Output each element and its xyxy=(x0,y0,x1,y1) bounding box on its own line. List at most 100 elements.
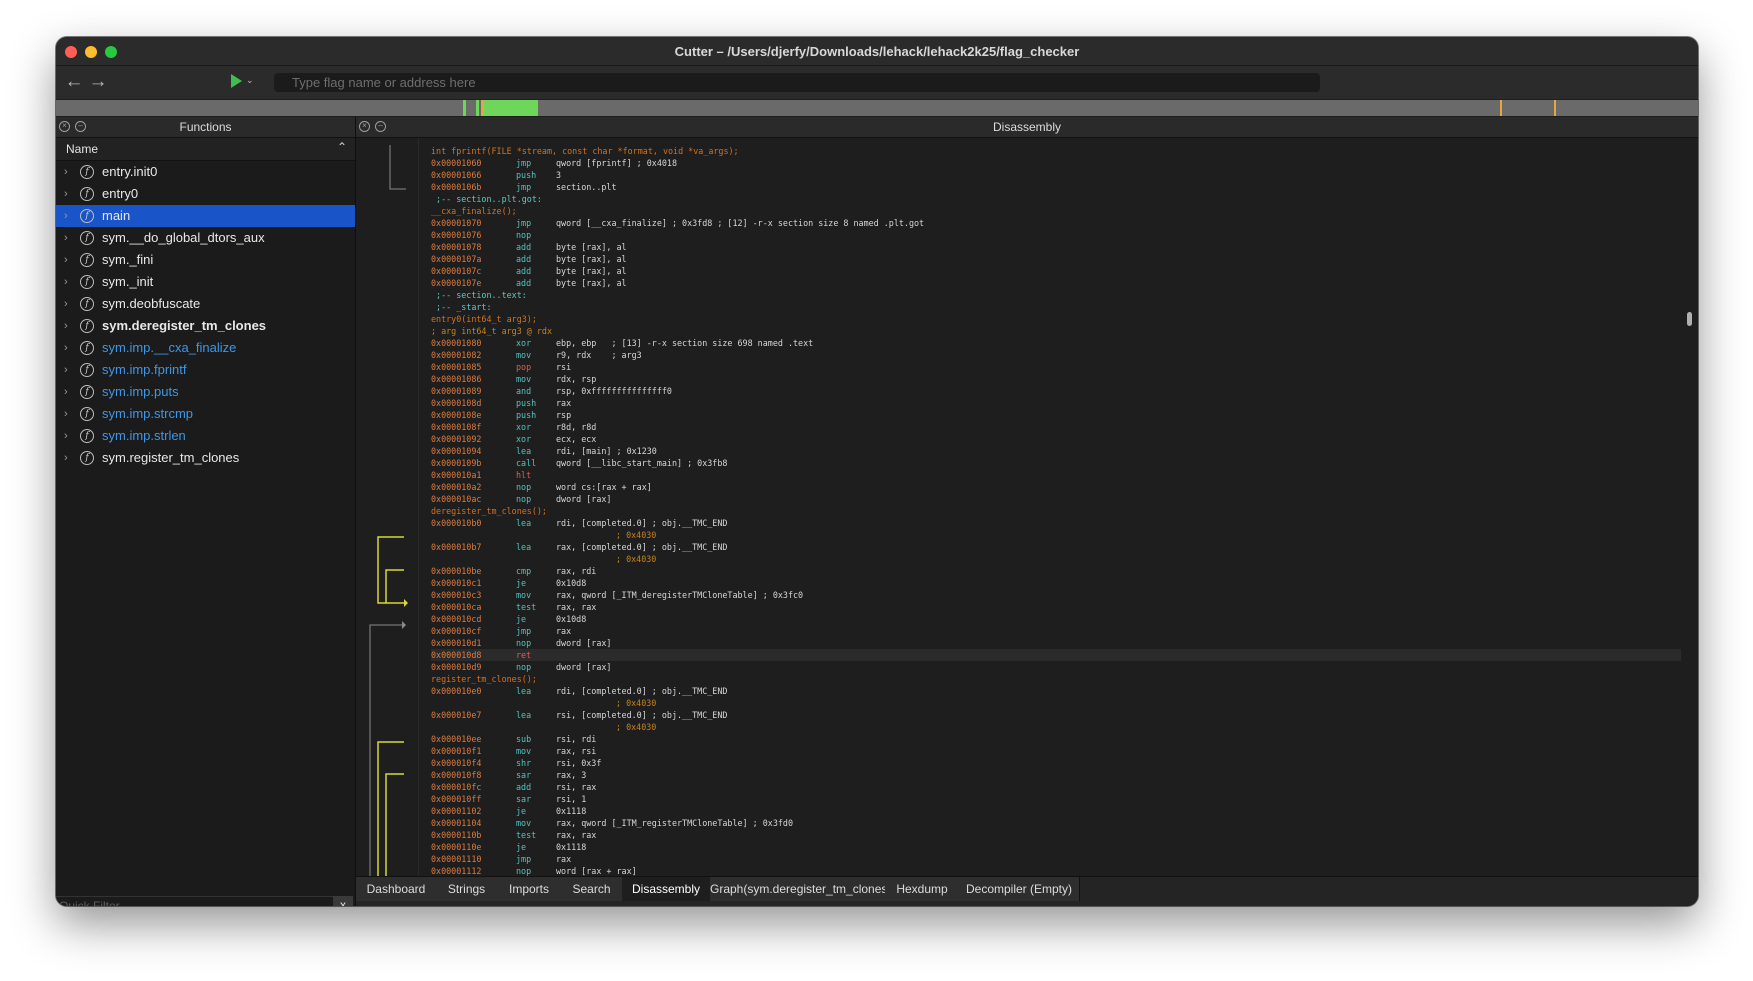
disasm-line[interactable]: 0x000010ca test rax, rax xyxy=(431,601,1681,613)
disasm-line[interactable]: 0x00001076 nop xyxy=(431,229,1681,241)
chevron-right-icon[interactable]: › xyxy=(64,249,68,271)
function-item[interactable]: › f main xyxy=(56,205,355,227)
disasm-line[interactable]: 0x00001102 je 0x1118 xyxy=(431,805,1681,817)
disassembly-listing[interactable]: int fprintf(FILE *stream, const char *fo… xyxy=(431,145,1681,877)
disasm-line[interactable]: 0x000010d9 nop dword [rax] xyxy=(431,661,1681,673)
sort-ascending-icon[interactable]: ⌃ xyxy=(337,140,347,154)
tab-hexdump[interactable]: Hexdump xyxy=(885,877,960,901)
disasm-line[interactable]: 0x000010f1 mov rax, rsi xyxy=(431,745,1681,757)
chevron-right-icon[interactable]: › xyxy=(64,183,68,205)
function-item[interactable]: › f sym.imp.strlen xyxy=(56,425,355,447)
scrollbar-thumb[interactable] xyxy=(1687,312,1692,326)
disasm-line[interactable]: 0x0000108f xor r8d, r8d xyxy=(431,421,1681,433)
function-item[interactable]: › f sym.register_tm_clones xyxy=(56,447,355,469)
name-column-header[interactable]: Name ⌃ xyxy=(56,138,355,161)
chevron-right-icon[interactable]: › xyxy=(64,227,68,249)
disasm-line[interactable]: 0x000010be cmp rax, rdi xyxy=(431,565,1681,577)
disasm-line[interactable]: ;-- section..text: xyxy=(431,289,1681,301)
disasm-line[interactable]: 0x000010d1 nop dword [rax] xyxy=(431,637,1681,649)
disasm-line[interactable]: 0x000010fc add rsi, rax xyxy=(431,781,1681,793)
disasm-line[interactable]: 0x000010cf jmp rax xyxy=(431,625,1681,637)
disasm-line[interactable]: entry0(int64_t arg3); xyxy=(431,313,1681,325)
disasm-line[interactable]: 0x000010e0 lea rdi, [completed.0] ; obj.__… xyxy=(431,685,1681,697)
disasm-line[interactable]: 0x000010c3 mov rax, qword [_ITM_deregister… xyxy=(431,589,1681,601)
tab-disassembly[interactable]: Disassembly xyxy=(622,877,711,901)
disasm-line[interactable]: 0x000010ff sar rsi, 1 xyxy=(431,793,1681,805)
disasm-line[interactable]: 0x000010f4 shr rsi, 0x3f xyxy=(431,757,1681,769)
disasm-line[interactable]: deregister_tm_clones(); xyxy=(431,505,1681,517)
disasm-line[interactable]: 0x0000109b call qword [__libc_start_main] … xyxy=(431,457,1681,469)
disasm-line[interactable]: int fprintf(FILE *stream, const char *fo… xyxy=(431,145,1681,157)
chevron-right-icon[interactable]: › xyxy=(64,315,68,337)
disasm-line[interactable]: 0x00001089 and rsp, 0xfffffffffffffff0 xyxy=(431,385,1681,397)
disasm-line[interactable]: 0x0000107c add byte [rax], al xyxy=(431,265,1681,277)
function-item[interactable]: › f sym.imp.puts xyxy=(56,381,355,403)
disasm-line[interactable]: 0x00001094 lea rdi, [main] ; 0x1230 xyxy=(431,445,1681,457)
disasm-line[interactable]: 0x00001078 add byte [rax], al xyxy=(431,241,1681,253)
tab-decompiler-empty[interactable]: Decompiler (Empty) xyxy=(959,877,1080,901)
disasm-line[interactable]: 0x000010cd je 0x10d8 xyxy=(431,613,1681,625)
disasm-line[interactable]: 0x00001070 jmp qword [__cxa_finalize] ; 0x… xyxy=(431,217,1681,229)
disasm-line[interactable]: 0x000010ac nop dword [rax] xyxy=(431,493,1681,505)
disasm-line[interactable]: 0x00001092 xor ecx, ecx xyxy=(431,433,1681,445)
disasm-line[interactable]: 0x0000110b test rax, rax xyxy=(431,829,1681,841)
disasm-line[interactable]: 0x00001104 mov rax, qword [_ITM_registerTM… xyxy=(431,817,1681,829)
function-item[interactable]: › f sym.deobfuscate xyxy=(56,293,355,315)
disasm-line[interactable]: 0x000010a1 hlt xyxy=(431,469,1681,481)
disasm-line[interactable]: 0x00001082 mov r9, rdx ; arg3 xyxy=(431,349,1681,361)
disasm-line[interactable]: 0x000010e7 lea rsi, [completed.0] ; obj.__… xyxy=(431,709,1681,721)
disasm-line[interactable]: 0x0000106b jmp section..plt xyxy=(431,181,1681,193)
chevron-right-icon[interactable]: › xyxy=(64,161,68,183)
forward-arrow-icon[interactable]: → xyxy=(88,72,108,92)
quick-filter-input[interactable]: Quick Filter xyxy=(56,896,336,906)
function-item[interactable]: › f entry0 xyxy=(56,183,355,205)
chevron-right-icon[interactable]: › xyxy=(64,205,68,227)
disasm-line[interactable]: ;-- _start: xyxy=(431,301,1681,313)
disasm-line[interactable]: 0x00001110 jmp rax xyxy=(431,853,1681,865)
vertical-scrollbar[interactable] xyxy=(1682,138,1698,876)
disasm-line[interactable]: ; 0x4030 xyxy=(431,529,1681,541)
run-debug-button[interactable]: ⌄ xyxy=(228,73,258,91)
disasm-line[interactable]: 0x00001086 mov rdx, rsp xyxy=(431,373,1681,385)
chevron-right-icon[interactable]: › xyxy=(64,403,68,425)
tab-graph-sym-deregister-tm-clones[interactable]: Graph(sym.deregister_tm_clones) xyxy=(710,877,891,901)
function-item[interactable]: › f sym.imp.__cxa_finalize xyxy=(56,337,355,359)
disasm-line[interactable]: 0x00001080 xor ebp, ebp ; [13] -r-x sectio… xyxy=(431,337,1681,349)
disasm-line[interactable]: __cxa_finalize(); xyxy=(431,205,1681,217)
chevron-right-icon[interactable]: › xyxy=(64,447,68,469)
clear-filter-button[interactable]: x xyxy=(333,896,353,906)
chevron-right-icon[interactable]: › xyxy=(64,359,68,381)
function-item[interactable]: › f sym._init xyxy=(56,271,355,293)
disasm-line[interactable]: 0x0000108e push rsp xyxy=(431,409,1681,421)
disasm-line[interactable]: 0x00001066 push 3 xyxy=(431,169,1681,181)
disasm-line[interactable]: 0x0000107a add byte [rax], al xyxy=(431,253,1681,265)
disasm-line[interactable]: 0x000010f8 sar rax, 3 xyxy=(431,769,1681,781)
tab-search[interactable]: Search xyxy=(561,877,623,901)
chevron-right-icon[interactable]: › xyxy=(64,381,68,403)
chevron-right-icon[interactable]: › xyxy=(64,271,68,293)
disasm-line[interactable]: 0x0000107e add byte [rax], al xyxy=(431,277,1681,289)
flag-search-input[interactable]: Type flag name or address here xyxy=(274,73,1320,92)
disasm-line[interactable]: 0x000010b0 lea rdi, [completed.0] ; obj.__… xyxy=(431,517,1681,529)
disasm-line[interactable]: ; 0x4030 xyxy=(431,721,1681,733)
chevron-right-icon[interactable]: › xyxy=(64,425,68,447)
disasm-line[interactable]: 0x000010ee sub rsi, rdi xyxy=(431,733,1681,745)
function-item[interactable]: › f sym._fini xyxy=(56,249,355,271)
function-item[interactable]: › f entry.init0 xyxy=(56,161,355,183)
disasm-line[interactable]: 0x000010c1 je 0x10d8 xyxy=(431,577,1681,589)
disasm-line[interactable]: 0x0000108d push rax xyxy=(431,397,1681,409)
tab-dashboard[interactable]: Dashboard xyxy=(356,877,437,901)
function-item[interactable]: › f sym.imp.strcmp xyxy=(56,403,355,425)
disasm-line[interactable]: 0x000010a2 nop word cs:[rax + rax] xyxy=(431,481,1681,493)
disasm-line[interactable]: 0x00001085 pop rsi xyxy=(431,361,1681,373)
disasm-line[interactable]: ; 0x4030 xyxy=(431,697,1681,709)
address-map-bar[interactable] xyxy=(56,100,1698,116)
tab-imports[interactable]: Imports xyxy=(497,877,562,901)
disasm-line[interactable]: 0x000010b7 lea rax, [completed.0] ; obj.__… xyxy=(431,541,1681,553)
function-item[interactable]: › f sym.__do_global_dtors_aux xyxy=(56,227,355,249)
disasm-line[interactable]: 0x000010d8 ret xyxy=(431,649,1681,661)
back-arrow-icon[interactable]: ← xyxy=(64,72,84,92)
disasm-line[interactable]: ;-- section..plt.got: xyxy=(431,193,1681,205)
function-item[interactable]: › f sym.deregister_tm_clones xyxy=(56,315,355,337)
disasm-line[interactable]: ; arg int64_t arg3 @ rdx xyxy=(431,325,1681,337)
